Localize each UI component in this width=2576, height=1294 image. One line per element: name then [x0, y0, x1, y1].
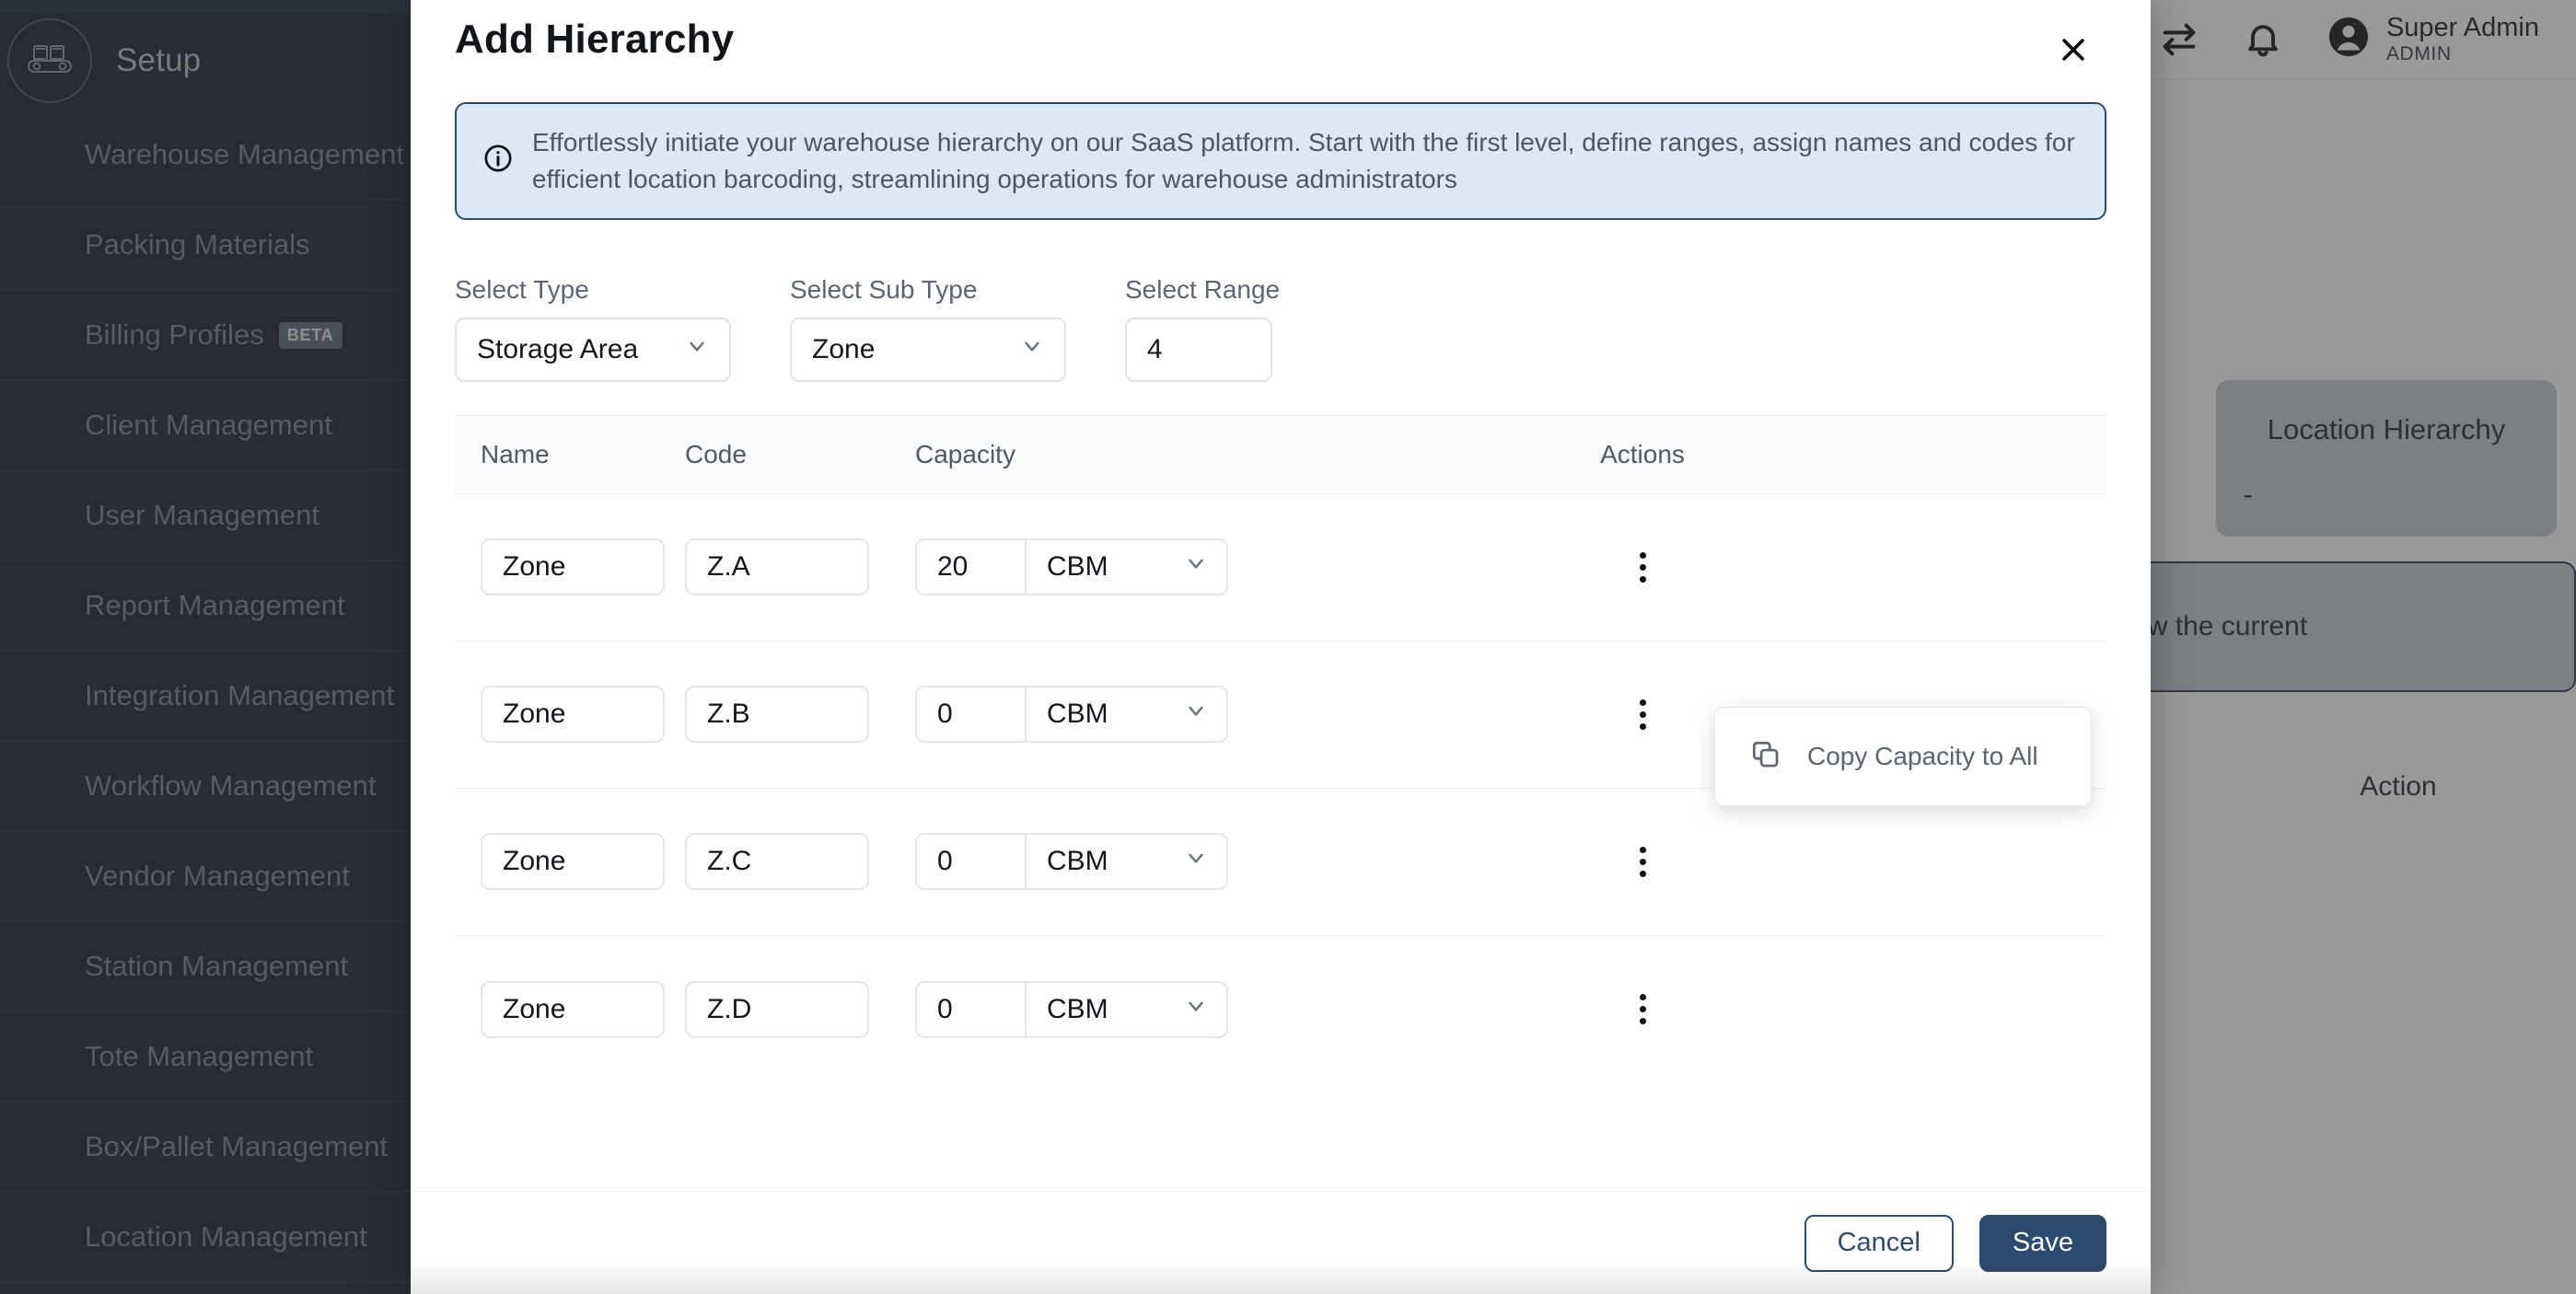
copy-capacity-to-all-label: Copy Capacity to All: [1807, 742, 2038, 770]
kebab-menu-icon[interactable]: [1615, 982, 1670, 1037]
code-input[interactable]: Z.A: [685, 538, 869, 595]
column-header-code: Code: [685, 439, 747, 468]
row-actions-cell: [1486, 834, 1799, 889]
row-code-cell: Z.A: [685, 538, 915, 595]
name-input[interactable]: Zone: [481, 980, 665, 1038]
select-subtype-label: Select Sub Type: [790, 274, 978, 304]
row-code-cell: Z.D: [685, 980, 915, 1038]
capacity-unit-dropdown[interactable]: CBM: [1026, 980, 1228, 1038]
capacity-unit-value: CBM: [1047, 699, 1108, 729]
select-range-value: 4: [1147, 333, 1163, 364]
hierarchy-form-row: Select Type Storage Area Select Sub Type…: [455, 275, 2106, 382]
add-hierarchy-modal: Add Hierarchy Effortlessly initiate your…: [411, 0, 2151, 1294]
select-subtype-field: Select Sub Type Zone: [790, 275, 1066, 382]
select-type-dropdown[interactable]: Storage Area: [455, 317, 731, 382]
select-range-input[interactable]: 4: [1125, 317, 1272, 382]
capacity-unit-value: CBM: [1047, 846, 1108, 876]
info-circle-icon: [482, 143, 514, 179]
close-icon[interactable]: [2051, 28, 2095, 72]
select-type-label: Select Type: [455, 274, 589, 304]
cancel-button[interactable]: Cancel: [1804, 1214, 1954, 1272]
modal-header: Add Hierarchy: [411, 0, 2151, 72]
capacity-input[interactable]: 0: [915, 686, 1026, 743]
capacity-input[interactable]: 0: [915, 980, 1026, 1038]
chevron-down-icon: [685, 334, 709, 365]
kebab-menu-icon[interactable]: [1615, 687, 1670, 742]
capacity-unit-dropdown[interactable]: CBM: [1026, 538, 1228, 595]
row-capacity-cell: 0 CBM: [915, 980, 1486, 1038]
row-code-cell: Z.B: [685, 686, 915, 743]
capacity-group: 0 CBM: [915, 980, 1228, 1038]
row-name-cell: Zone: [455, 686, 685, 743]
row-capacity-cell: 0 CBM: [915, 686, 1486, 743]
row-context-menu[interactable]: Copy Capacity to All: [1714, 707, 2092, 806]
info-banner-text: Effortlessly initiate your warehouse hie…: [532, 128, 2075, 193]
select-type-value: Storage Area: [477, 333, 639, 364]
chevron-down-icon: [1184, 994, 1208, 1025]
capacity-unit-dropdown[interactable]: CBM: [1026, 833, 1228, 890]
code-input[interactable]: Z.C: [685, 833, 869, 890]
name-input[interactable]: Zone: [481, 538, 665, 595]
select-range-field: Select Range 4: [1125, 275, 1280, 382]
column-header-actions: Actions: [1600, 439, 1685, 468]
capacity-input[interactable]: 20: [915, 538, 1026, 595]
select-range-label: Select Range: [1125, 274, 1281, 304]
row-actions-cell: [1486, 539, 1799, 595]
capacity-unit-dropdown[interactable]: CBM: [1026, 686, 1228, 743]
row-code-cell: Z.C: [685, 833, 915, 890]
capacity-input[interactable]: 0: [915, 833, 1026, 890]
table-row: Zone Z.C 0 CBM: [455, 789, 2106, 936]
kebab-menu-icon[interactable]: [1615, 834, 1670, 889]
row-name-cell: Zone: [455, 538, 685, 595]
column-header-name: Name: [481, 439, 550, 468]
capacity-group: 20 CBM: [915, 538, 1228, 595]
capacity-unit-value: CBM: [1047, 551, 1108, 582]
table-row: Zone Z.D 0 CBM: [455, 936, 2106, 1083]
row-actions-cell: [1486, 982, 1799, 1037]
capacity-unit-value: CBM: [1047, 993, 1108, 1024]
info-banner: Effortlessly initiate your warehouse hie…: [455, 102, 2106, 220]
row-capacity-cell: 20 CBM: [915, 538, 1486, 595]
name-input[interactable]: Zone: [481, 686, 665, 743]
save-button[interactable]: Save: [1978, 1214, 2106, 1272]
table-header-row: Name Code Capacity Actions: [455, 414, 2106, 494]
code-input[interactable]: Z.D: [685, 980, 869, 1038]
row-name-cell: Zone: [455, 980, 685, 1038]
kebab-menu-icon[interactable]: [1615, 539, 1670, 595]
capacity-group: 0 CBM: [915, 833, 1228, 890]
column-header-capacity: Capacity: [915, 439, 1015, 468]
table-row: Zone Z.A 20 CBM: [455, 494, 2106, 641]
capacity-group: 0 CBM: [915, 686, 1228, 743]
copy-icon: [1750, 739, 1781, 775]
chevron-down-icon: [1020, 334, 1044, 365]
name-input[interactable]: Zone: [481, 833, 665, 890]
row-name-cell: Zone: [455, 833, 685, 890]
select-type-field: Select Type Storage Area: [455, 275, 731, 382]
select-subtype-value: Zone: [812, 333, 876, 364]
modal-title: Add Hierarchy: [455, 17, 735, 62]
code-input[interactable]: Z.B: [685, 686, 869, 743]
modal-footer: Cancel Save: [411, 1191, 2151, 1294]
chevron-down-icon: [1184, 699, 1208, 730]
chevron-down-icon: [1184, 551, 1208, 583]
chevron-down-icon: [1184, 846, 1208, 877]
select-subtype-dropdown[interactable]: Zone: [790, 317, 1066, 382]
row-capacity-cell: 0 CBM: [915, 833, 1486, 890]
